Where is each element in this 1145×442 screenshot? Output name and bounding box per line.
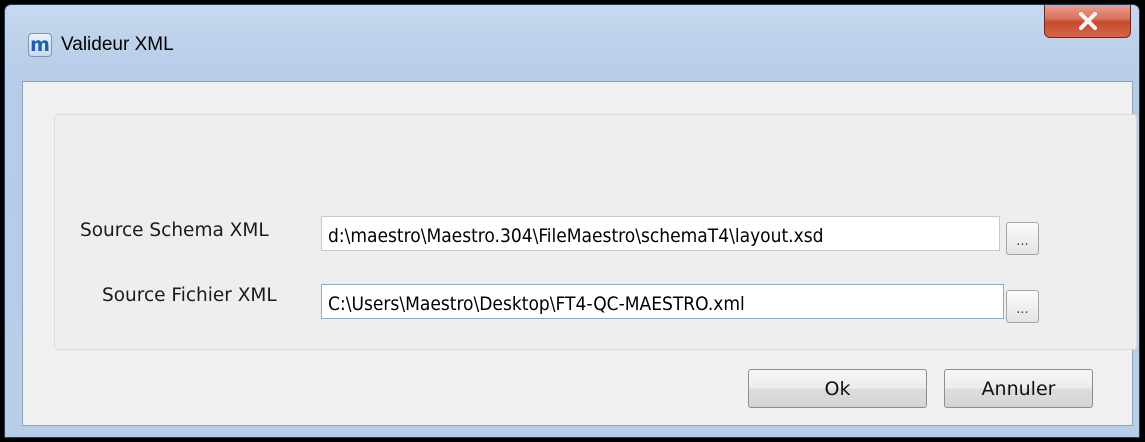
schema-source-field[interactable] bbox=[321, 216, 1000, 251]
schema-browse-button[interactable]: ... bbox=[1006, 222, 1039, 255]
cancel-button[interactable]: Annuler bbox=[944, 369, 1093, 408]
dialog-window: m Valideur XML Source Schema XML ... Sou… bbox=[4, 4, 1140, 438]
file-browse-button[interactable]: ... bbox=[1006, 290, 1039, 323]
schema-source-label: Source Schema XML bbox=[80, 220, 269, 241]
close-button[interactable] bbox=[1044, 5, 1131, 38]
close-x-icon bbox=[1078, 11, 1097, 30]
file-source-label: Source Fichier XML bbox=[102, 285, 277, 306]
app-icon: m bbox=[28, 33, 52, 57]
dialog-content: Source Schema XML ... Source Fichier XML… bbox=[22, 81, 1137, 426]
ok-button[interactable]: Ok bbox=[748, 369, 927, 408]
window-title: Valideur XML bbox=[61, 34, 174, 55]
title-bar[interactable]: m Valideur XML bbox=[5, 5, 1139, 75]
file-source-field[interactable] bbox=[321, 284, 1004, 319]
